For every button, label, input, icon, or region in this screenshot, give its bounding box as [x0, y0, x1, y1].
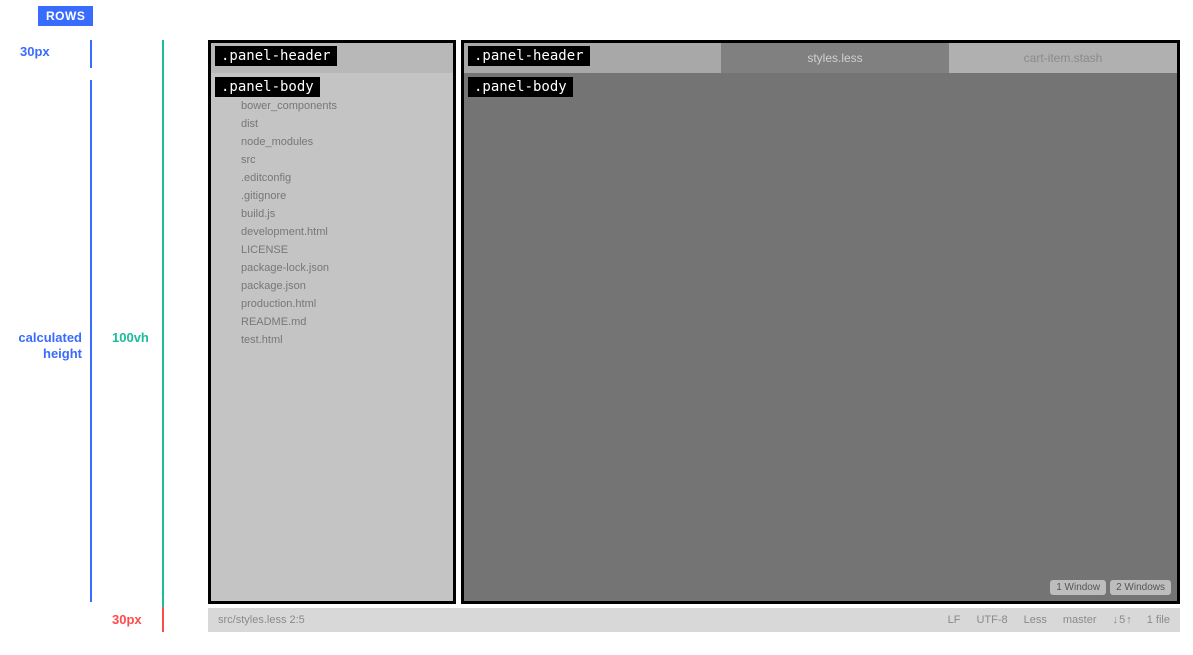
annotation-calculated-line1: calculated [18, 330, 82, 345]
panel-header-label: .panel-header [468, 46, 590, 66]
tree-item[interactable]: development.html [225, 223, 453, 241]
status-bar: src/styles.less 2:5 LF UTF-8 Less master… [208, 608, 1180, 632]
editor-mock: .panel-header .panel-body vintage-shop b… [208, 40, 1180, 632]
content-panel-header: .panel-header styles.less cart-item.stas… [464, 43, 1177, 73]
annotation-bar-30px-top [90, 40, 92, 68]
tree-item[interactable]: build.js [225, 205, 453, 223]
content-panel: .panel-header styles.less cart-item.stas… [461, 40, 1180, 604]
sidebar-panel-body: .panel-body vintage-shop bower_component… [211, 73, 453, 601]
statusbar-path[interactable]: src/styles.less 2:5 [218, 614, 305, 626]
annotation-30px-bottom: 30px [112, 612, 142, 627]
rows-badge: ROWS [38, 6, 93, 26]
statusbar-eol[interactable]: LF [948, 614, 961, 626]
statusbar-language[interactable]: Less [1024, 614, 1047, 626]
one-window-button[interactable]: 1 Window [1050, 580, 1106, 595]
annotation-column: 30px calculated height 100vh 30px [0, 40, 208, 640]
annotation-calculated-height: calculated height [0, 330, 82, 361]
annotation-100vh: 100vh [112, 330, 149, 345]
tree-item[interactable]: .gitignore [225, 187, 453, 205]
sidebar-panel: .panel-header .panel-body vintage-shop b… [208, 40, 456, 604]
tree-item[interactable]: LICENSE [225, 241, 453, 259]
editor-main-row: .panel-header .panel-body vintage-shop b… [208, 40, 1180, 604]
tree-item[interactable]: test.html [225, 331, 453, 349]
tree-item[interactable]: dist [225, 115, 453, 133]
content-panel-body: .panel-body 1 Window 2 Windows [464, 73, 1177, 601]
tree-item[interactable]: .editconfig [225, 169, 453, 187]
tab-inactive[interactable]: cart-item.stash [949, 43, 1177, 73]
two-windows-button[interactable]: 2 Windows [1110, 580, 1171, 595]
file-tree: vintage-shop bower_components dist node_… [211, 73, 453, 349]
tree-item[interactable]: README.md [225, 313, 453, 331]
tree-item[interactable]: package.json [225, 277, 453, 295]
tab-bar: styles.less cart-item.stash [721, 43, 1177, 73]
sidebar-panel-header: .panel-header [211, 43, 453, 73]
tree-item[interactable]: src [225, 151, 453, 169]
tree-item[interactable]: bower_components [225, 97, 453, 115]
tree-item[interactable]: package-lock.json [225, 259, 453, 277]
window-toggle: 1 Window 2 Windows [1050, 580, 1171, 595]
annotation-bar-100vh [162, 40, 164, 632]
annotation-bar-30px-bottom [162, 607, 164, 632]
tab-active[interactable]: styles.less [721, 43, 949, 73]
tree-item[interactable]: node_modules [225, 133, 453, 151]
panel-body-label: .panel-body [215, 77, 320, 97]
annotation-calculated-line2: height [43, 346, 82, 361]
panel-header-label: .panel-header [215, 46, 337, 66]
tree-item[interactable]: production.html [225, 295, 453, 313]
statusbar-files[interactable]: 1 file [1147, 614, 1170, 626]
statusbar-git-status[interactable]: ↓ 5 ↑ [1113, 614, 1131, 626]
annotation-bar-calculated [90, 80, 92, 602]
statusbar-encoding[interactable]: UTF-8 [976, 614, 1007, 626]
panel-body-label: .panel-body [468, 77, 573, 97]
statusbar-branch[interactable]: master [1063, 614, 1097, 626]
annotation-30px-top: 30px [20, 44, 50, 59]
